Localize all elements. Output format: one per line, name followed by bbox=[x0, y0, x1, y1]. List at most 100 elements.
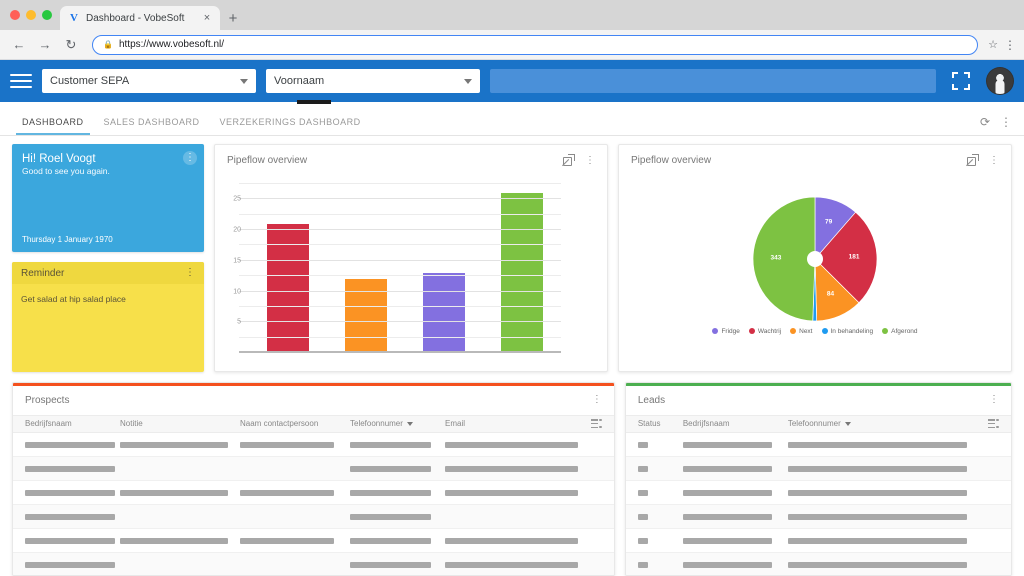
lock-icon: 🔒 bbox=[103, 40, 113, 49]
chevron-down-icon bbox=[240, 78, 248, 84]
columns-icon[interactable] bbox=[590, 418, 602, 429]
bar-fridge[interactable] bbox=[422, 273, 466, 353]
browser-tab[interactable]: V Dashboard - VobeSoft × bbox=[60, 6, 220, 30]
loading-placeholder bbox=[445, 561, 579, 568]
column-header-bedrijfsnaam[interactable]: Bedrijfsnaam bbox=[25, 419, 120, 428]
widgets-column: ⋮ Hi! Roel Voogt Good to see you again. … bbox=[12, 144, 204, 372]
dashboard-menu-icon[interactable]: ⋮ bbox=[1000, 116, 1012, 128]
entity-select[interactable]: Customer SEPA bbox=[42, 69, 256, 93]
column-header-telefoonnumer[interactable]: Telefoonnumer bbox=[350, 419, 445, 428]
bar-wachtrij[interactable] bbox=[266, 223, 310, 353]
toolbar-actions: ☆ ⋮ bbox=[988, 38, 1016, 52]
legend-item-fridge[interactable]: Fridge bbox=[712, 328, 740, 335]
table-cell bbox=[682, 513, 788, 520]
legend-swatch bbox=[882, 328, 889, 334]
table-row[interactable] bbox=[625, 481, 1011, 506]
new-tab-button[interactable]: + bbox=[220, 6, 246, 30]
table-row[interactable] bbox=[13, 457, 614, 482]
vobesoft-app: Customer SEPA Voornaam DASHBOARD SALES D… bbox=[0, 60, 1024, 576]
table-row[interactable] bbox=[625, 553, 1011, 575]
external-link-icon[interactable] bbox=[966, 154, 979, 166]
legend-item-wachtrij[interactable]: Wachtrij bbox=[748, 328, 781, 335]
table-cell bbox=[682, 441, 788, 448]
pie-slice-value: 84 bbox=[826, 290, 835, 298]
browser-tab-strip: V Dashboard - VobeSoft × + bbox=[0, 0, 1024, 30]
table-row[interactable] bbox=[13, 433, 614, 458]
table-cell bbox=[445, 489, 602, 496]
table-row[interactable] bbox=[625, 457, 1011, 482]
bookmark-star-icon[interactable]: ☆ bbox=[988, 38, 998, 51]
y-axis-tick-label: 5 bbox=[237, 318, 241, 326]
close-icon[interactable]: × bbox=[200, 12, 214, 24]
table-row[interactable] bbox=[625, 433, 1011, 458]
leads-title: Leads bbox=[637, 394, 666, 406]
pie-chart-menu-icon[interactable]: ⋮ bbox=[989, 155, 999, 166]
loading-placeholder bbox=[240, 441, 334, 448]
pie-slice-afgerond[interactable] bbox=[753, 196, 816, 321]
field-select[interactable]: Voornaam bbox=[266, 69, 480, 93]
legend-item-in-behandeling[interactable]: In behandeling bbox=[821, 327, 874, 335]
table-row[interactable] bbox=[625, 529, 1011, 554]
pie-slice-value: 343 bbox=[770, 254, 782, 262]
hamburger-icon[interactable] bbox=[10, 72, 32, 90]
table-cell bbox=[682, 537, 788, 544]
table-cell bbox=[637, 441, 683, 448]
pie-chart-header: Pipeflow overview ⋮ bbox=[619, 145, 1011, 166]
minimize-window-button[interactable] bbox=[26, 10, 36, 20]
legend-item-afgerond[interactable]: Afgerond bbox=[882, 328, 918, 335]
field-select-value: Voornaam bbox=[274, 75, 325, 87]
tab-dashboard[interactable]: DASHBOARD bbox=[12, 117, 94, 135]
columns-icon[interactable] bbox=[988, 418, 999, 429]
leads-menu-icon[interactable]: ⋮ bbox=[989, 395, 999, 405]
table-row[interactable] bbox=[13, 505, 614, 530]
legend-item-next[interactable]: Next bbox=[790, 328, 813, 335]
column-header-status[interactable]: Status bbox=[638, 419, 683, 428]
address-bar[interactable]: 🔒 https://www.vobesoft.nl/ bbox=[92, 34, 979, 55]
dashboard-tools: ⟳ ⋮ bbox=[980, 116, 1012, 135]
tab-verzekerings-dashboard[interactable]: VERZEKERINGS DASHBOARD bbox=[210, 117, 371, 135]
bar-chart-menu-icon[interactable]: ⋮ bbox=[585, 155, 595, 166]
column-header-naam-contactpersoon[interactable]: Naam contactpersoon bbox=[240, 419, 350, 428]
y-axis-tick-label: 20 bbox=[233, 226, 241, 234]
back-icon[interactable]: ← bbox=[8, 34, 30, 56]
table-cell bbox=[120, 489, 240, 496]
column-header-telefoonnumer[interactable]: Telefoonnumer bbox=[788, 419, 988, 428]
gridline bbox=[239, 275, 561, 277]
tab-sales-dashboard[interactable]: SALES DASHBOARD bbox=[94, 117, 210, 135]
table-cell bbox=[240, 537, 350, 544]
browser-menu-icon[interactable]: ⋮ bbox=[1004, 39, 1016, 51]
loading-placeholder bbox=[240, 489, 334, 496]
bar-afgerond[interactable] bbox=[500, 193, 544, 353]
reload-icon[interactable]: ↻ bbox=[60, 34, 82, 56]
external-link-icon[interactable] bbox=[562, 154, 575, 166]
reminder-menu-icon[interactable]: ⋮ bbox=[185, 268, 195, 278]
column-header-label: Notitie bbox=[120, 419, 143, 429]
fullscreen-icon[interactable] bbox=[952, 72, 970, 90]
table-cell bbox=[350, 489, 445, 496]
greeting-menu-icon[interactable]: ⋮ bbox=[183, 151, 197, 165]
forward-icon[interactable]: → bbox=[34, 34, 56, 56]
search-input[interactable] bbox=[490, 69, 936, 93]
table-row[interactable] bbox=[13, 529, 614, 554]
sort-descending-icon[interactable] bbox=[406, 421, 413, 426]
entity-select-value: Customer SEPA bbox=[50, 75, 130, 87]
column-header-bedrijfsnaam[interactable]: Bedrijfsnaam bbox=[683, 419, 788, 428]
column-header-email[interactable]: Email bbox=[445, 419, 591, 428]
browser-tab-title: Dashboard - VobeSoft bbox=[86, 12, 185, 24]
table-row[interactable] bbox=[625, 505, 1011, 530]
table-row[interactable] bbox=[13, 553, 614, 575]
legend-label: In behandeling bbox=[830, 327, 874, 335]
refresh-icon[interactable]: ⟳ bbox=[980, 116, 990, 128]
loading-placeholder bbox=[25, 441, 116, 448]
table-cell bbox=[25, 489, 120, 496]
close-window-button[interactable] bbox=[10, 10, 20, 20]
avatar[interactable] bbox=[986, 67, 1014, 95]
column-header-notitie[interactable]: Notitie bbox=[120, 419, 240, 428]
maximize-window-button[interactable] bbox=[42, 10, 52, 20]
table-cell bbox=[637, 537, 683, 544]
prospects-menu-icon[interactable]: ⋮ bbox=[592, 395, 602, 405]
table-cell bbox=[637, 513, 683, 520]
greeting-card: ⋮ Hi! Roel Voogt Good to see you again. … bbox=[12, 144, 204, 252]
table-row[interactable] bbox=[13, 481, 614, 506]
sort-descending-icon[interactable] bbox=[844, 421, 851, 426]
